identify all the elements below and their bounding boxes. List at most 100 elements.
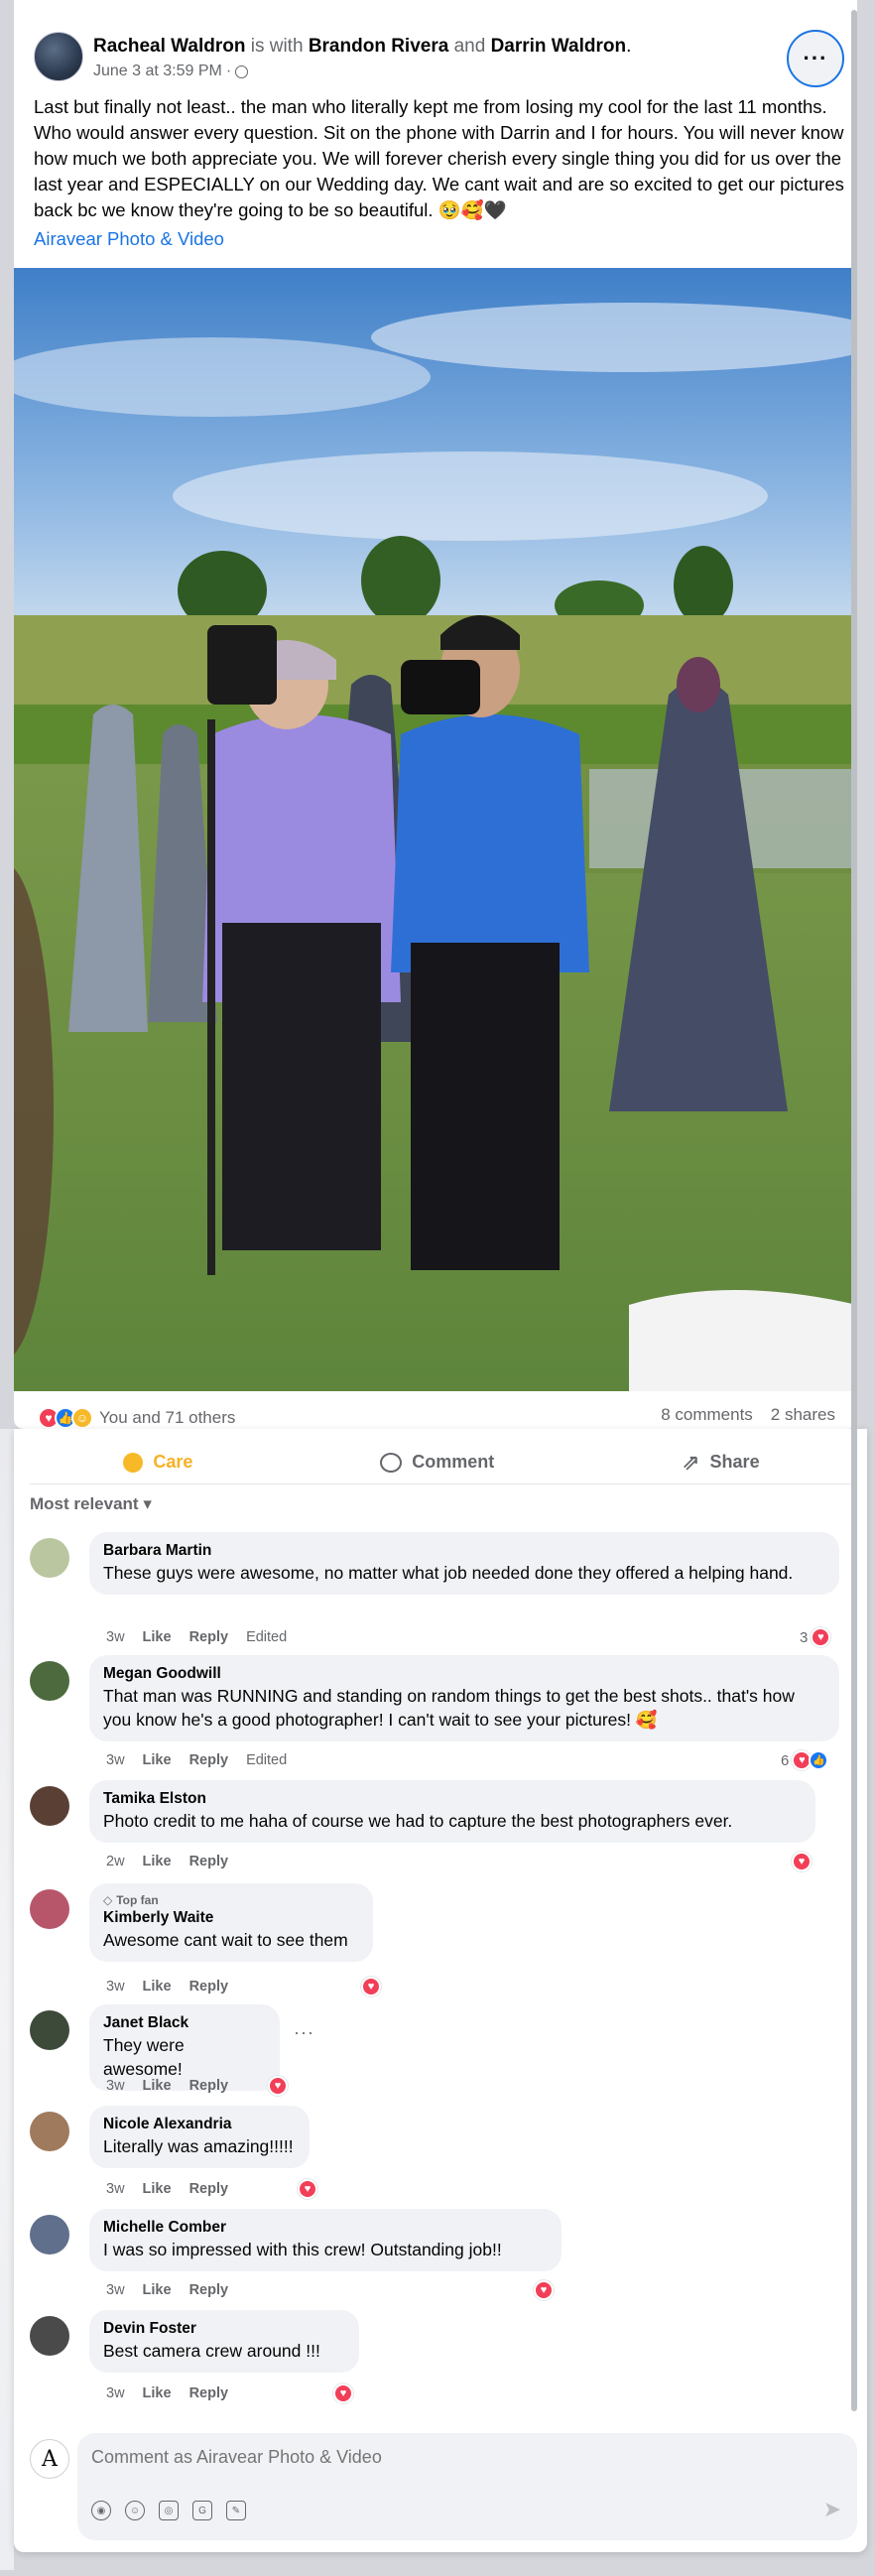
gif-icon[interactable]: G [192,2501,212,2520]
page-link[interactable]: Airavear Photo & Video [34,228,224,250]
comment-item: Tamika Elston Photo credit to me haha of… [30,1780,853,1871]
like-link[interactable]: Like [143,2282,172,2298]
reply-link[interactable]: Reply [189,2385,229,2401]
comment-reaction[interactable]: ♥ [534,2280,554,2300]
scrollbar[interactable] [851,10,857,2411]
care-icon [123,1452,144,1473]
comment-bubble: Tamika Elston Photo credit to me haha of… [89,1780,815,1843]
reaction-summary-text[interactable]: You and 71 others [99,1408,235,1428]
and-text: and [453,36,486,57]
commenter-name[interactable]: Devin Foster [103,2319,345,2339]
comment-bubble: Nicole Alexandria Literally was amazing!… [89,2106,310,2168]
like-link[interactable]: Like [143,1979,172,1995]
reply-link[interactable]: Reply [189,1979,229,1995]
reply-link[interactable]: Reply [189,1854,229,1869]
comment-bubble: Devin Foster Best camera crew around !!! [89,2310,359,2373]
reply-link[interactable]: Reply [189,2282,229,2298]
diamond-icon: ◇ [103,1893,113,1907]
comment-time[interactable]: 3w [106,2181,125,2197]
comment-time[interactable]: 3w [106,2078,125,2094]
comment-bubble: ◇ Top fan Kimberly Waite Awesome cant wai… [89,1883,373,1962]
commenter-name[interactable]: Kimberly Waite [103,1908,359,1928]
post-photo[interactable] [14,268,857,1391]
comment-item: Megan Goodwill That man was RUNNING and … [30,1655,853,1770]
commenter-avatar[interactable] [30,2112,69,2151]
reply-link[interactable]: Reply [189,2078,229,2094]
like-link[interactable]: Like [143,2181,172,2197]
commenter-name[interactable]: Nicole Alexandria [103,2115,296,2134]
like-link[interactable]: Like [143,1752,172,1768]
comment-actions: 3w Like Reply Edited [106,1629,287,1645]
comment-button[interactable]: Comment [380,1452,494,1473]
comment-time[interactable]: 3w [106,2385,125,2401]
commenter-name[interactable]: Janet Black [103,2013,266,2033]
comment-label: Comment [412,1452,495,1472]
tagged-person-2[interactable]: Darrin Waldron [491,36,627,57]
comment-time[interactable]: 2w [106,1854,125,1869]
edited-label: Edited [246,1629,288,1645]
author-avatar[interactable] [34,32,83,81]
comment-item: Janet Black They were awesome! ··· 3w Li… [30,2004,853,2096]
commenter-avatar[interactable] [30,1786,69,1826]
commenter-avatar[interactable] [30,1538,69,1578]
reaction-summary[interactable]: ♥ 👍 ☺ You and 71 others [38,1405,235,1431]
comment-reaction[interactable]: ♥ [333,2383,353,2403]
commenter-name[interactable]: Megan Goodwill [103,1664,825,1684]
sort-dropdown[interactable]: Most relevant ▾ [30,1494,152,1514]
globe-icon [235,64,249,78]
page-avatar[interactable]: A [30,2439,69,2479]
commenter-name[interactable]: Tamika Elston [103,1789,802,1809]
heart-icon: ♥ [333,2383,353,2403]
comment-time[interactable]: 3w [106,1752,125,1768]
heart-icon: ♥ [534,2280,554,2300]
comment-actions: 3w Like Reply [106,2385,228,2401]
share-button[interactable]: ⇗ Share [682,1450,759,1476]
like-link[interactable]: Like [143,2385,172,2401]
commenter-avatar[interactable] [30,1889,69,1929]
comment-input[interactable] [91,2447,825,2468]
commenter-avatar[interactable] [30,1661,69,1701]
commenter-avatar[interactable] [30,2010,69,2050]
like-link[interactable]: Like [143,2078,172,2094]
commenter-name[interactable]: Michelle Comber [103,2218,548,2238]
comment-bubble: Michelle Comber I was so impressed with … [89,2209,562,2271]
sort-label: Most relevant [30,1494,139,1513]
comment-reaction[interactable]: 6 ♥ 👍 [781,1750,829,1770]
reply-link[interactable]: Reply [189,2181,229,2197]
tagged-person-1[interactable]: Brandon Rivera [309,36,448,57]
care-label: Care [153,1452,193,1472]
comment-reaction[interactable]: ♥ [792,1852,812,1871]
comment-more-icon[interactable]: ··· [294,2022,314,2043]
comment-reaction[interactable]: ♥ [298,2179,317,2199]
heart-icon: ♥ [268,2076,288,2096]
comment-reaction[interactable]: ♥ [268,2076,288,2096]
edited-label: Edited [246,1752,288,1768]
comment-actions: 3w Like Reply [106,2078,228,2094]
comment-time[interactable]: 3w [106,1629,125,1645]
camera-icon[interactable]: ◎ [159,2501,179,2520]
author-name[interactable]: Racheal Waldron [93,36,245,57]
comment-reaction[interactable]: ♥ [361,1977,381,1996]
commenter-avatar[interactable] [30,2215,69,2254]
care-button[interactable]: Care [123,1452,192,1473]
comment-time[interactable]: 3w [106,1979,125,1995]
send-icon[interactable]: ➤ [823,2497,841,2522]
like-link[interactable]: Like [143,1629,172,1645]
comments-count[interactable]: 8 comments [661,1405,753,1425]
post-timestamp[interactable]: June 3 at 3:59 PM [93,63,222,80]
more-options-button[interactable]: ··· [787,30,844,87]
like-link[interactable]: Like [143,1854,172,1869]
shares-count[interactable]: 2 shares [771,1405,835,1425]
comment-time[interactable]: 3w [106,2282,125,2298]
commenter-avatar[interactable] [30,2316,69,2356]
reply-link[interactable]: Reply [189,1752,229,1768]
comment-item: Barbara Martin These guys were awesome, … [30,1532,853,1647]
comment-text: Best camera crew around !!! [103,2341,320,2361]
comment-text: Photo credit to me haha of course we had… [103,1811,733,1831]
emoji-icon[interactable]: ☺ [125,2501,145,2520]
sticker-icon[interactable]: ✎ [226,2501,246,2520]
reply-link[interactable]: Reply [189,1629,229,1645]
comment-reaction[interactable]: 3 ♥ [800,1627,831,1647]
commenter-name[interactable]: Barbara Martin [103,1541,825,1561]
avatar-sticker-icon[interactable]: ◉ [91,2501,111,2520]
